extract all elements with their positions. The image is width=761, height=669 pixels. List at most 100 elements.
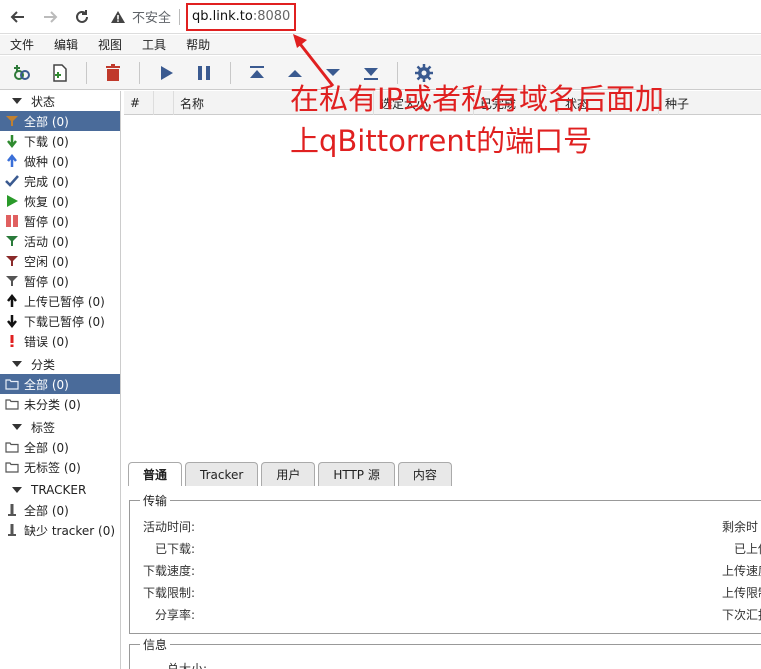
menu-bar: 文件 编辑 视图 工具 帮助 [0,35,761,55]
status-resumed-label: 恢复 (0) [24,194,69,209]
play-icon [161,65,173,80]
menu-tools[interactable]: 工具 [132,36,176,53]
tab-http-sources[interactable]: HTTP 源 [318,462,395,486]
menu-help[interactable]: 帮助 [176,36,220,53]
tag-untagged[interactable]: 无标签 (0) [0,457,120,477]
status-download-paused[interactable]: 下载已暂停 (0) [0,311,120,331]
status-completed[interactable]: 完成 (0) [0,171,120,191]
status-downloading-label: 下载 (0) [24,134,69,149]
tag-all[interactable]: 全部 (0) [0,437,120,457]
add-file-icon [53,63,67,82]
status-upload-paused[interactable]: 上传已暂停 (0) [0,291,120,311]
annotation-text: 在私有IP或者私有域名后面加 上qBittorrent的端口号 [290,78,664,162]
status-stalled[interactable]: 暂停 (0) [0,271,120,291]
share-ratio-label: 分享率: [155,608,196,622]
collapse-triangle-icon [12,361,22,367]
tab-content[interactable]: 内容 [397,462,452,486]
arrow-up-icon [5,154,19,168]
status-active[interactable]: 活动 (0) [0,231,120,251]
url-port: :8080 [252,9,291,24]
category-uncategorized-label: 未分类 (0) [24,397,81,412]
toolbar-separator [86,61,87,84]
column-blank[interactable] [154,91,174,115]
next-announce-label: 下次汇报 [722,608,761,622]
filter-icon [5,254,19,268]
categories-section-title: 分类 [31,357,56,372]
status-errored-label: 错误 (0) [24,334,69,349]
back-arrow-icon [10,10,24,23]
tracker-all[interactable]: 全部 (0) [0,500,120,520]
menu-view[interactable]: 视图 [88,36,132,53]
total-size-label: 总大小: [167,662,208,669]
tracker-missing[interactable]: 缺少 tracker (0) [0,520,120,540]
add-link-icon [14,64,30,80]
tab-trackers[interactable]: Tracker [185,462,259,486]
folder-icon [5,397,19,411]
status-section-title: 状态 [31,94,56,109]
status-resumed[interactable]: 恢复 (0) [0,191,120,211]
tracker-icon [5,523,19,537]
url-field[interactable]: qb.link.to:8080 [186,2,297,31]
annotation-line-1: 在私有IP或者私有域名后面加 [290,82,665,116]
category-all[interactable]: 全部 (0) [0,374,120,394]
toolbar-separator [230,61,231,84]
warning-icon [111,10,125,23]
annotation-line-2: 上qBittorrent的端口号 [290,124,593,158]
download-speed-label: 下载速度: [143,564,196,578]
pause-button[interactable] [190,59,218,87]
collapse-triangle-icon [12,424,22,430]
active-time-label: 活动时间: [143,520,196,534]
collapse-triangle-icon [12,98,22,104]
status-inactive[interactable]: 空闲 (0) [0,251,120,271]
arrow-up-icon [5,294,19,308]
arrow-down-icon [5,314,19,328]
folder-icon [5,440,19,454]
add-torrent-file-button[interactable] [46,59,74,87]
filter-sidebar: 状态 全部 (0) 下载 (0) 做种 (0) 完成 (0) 恢复 (0) 暂停… [0,91,121,669]
url-host: qb.link.to [192,9,253,24]
upload-limit-label: 上传限制 [722,586,761,600]
status-seeding[interactable]: 做种 (0) [0,151,120,171]
forward-button[interactable] [36,3,64,31]
tab-general[interactable]: 普通 [128,462,183,486]
column-index[interactable]: # [124,91,154,115]
browser-address-bar: 不安全 qb.link.to:8080 [0,0,761,34]
download-limit-label: 下载限制: [143,586,196,600]
address-separator [179,8,181,25]
status-stalled-label: 暂停 (0) [24,274,69,289]
status-downloading[interactable]: 下载 (0) [0,131,120,151]
add-link-button[interactable] [8,59,36,87]
security-indicator[interactable]: 不安全 [110,7,171,26]
filter-icon [5,114,19,128]
status-all[interactable]: 全部 (0) [0,111,120,131]
status-paused[interactable]: 暂停 (0) [0,211,120,231]
tags-section-header[interactable]: 标签 [0,417,120,437]
filter-icon [5,234,19,248]
category-uncategorized[interactable]: 未分类 (0) [0,394,120,414]
status-section-header[interactable]: 状态 [0,91,120,111]
categories-section-header[interactable]: 分类 [0,354,120,374]
move-top-button[interactable] [243,59,271,87]
tag-all-label: 全部 (0) [24,440,69,455]
reload-button[interactable] [68,3,96,31]
folder-icon [5,377,19,391]
status-errored[interactable]: 错误 (0) [0,331,120,351]
trash-icon [106,63,120,81]
status-inactive-label: 空闲 (0) [24,254,69,269]
pause-icon [5,214,19,228]
tracker-all-label: 全部 (0) [24,503,69,518]
tracker-missing-label: 缺少 tracker (0) [24,523,116,538]
uploaded-label: 已上传 [734,542,761,556]
column-seeds[interactable]: 种子 [659,91,761,115]
menu-file[interactable]: 文件 [0,36,44,53]
back-button[interactable] [4,3,32,31]
tab-peers[interactable]: 用户 [261,462,316,486]
menu-edit[interactable]: 编辑 [44,36,88,53]
info-legend: 信息 [140,636,171,653]
trackers-section-header[interactable]: TRACKER [0,480,120,500]
delete-button[interactable] [99,59,127,87]
resume-button[interactable] [152,59,180,87]
status-paused-label: 暂停 (0) [24,214,69,229]
tracker-icon [5,503,19,517]
error-icon [5,334,19,348]
